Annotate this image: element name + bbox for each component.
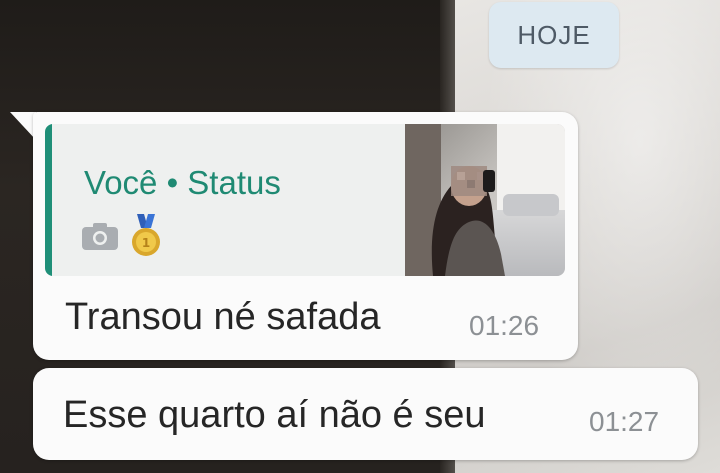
quote-accent-bar bbox=[45, 124, 52, 276]
quoted-status-reply[interactable]: Você • Status 1 bbox=[45, 124, 565, 276]
message-timestamp: 01:26 bbox=[469, 310, 540, 341]
svg-text:1: 1 bbox=[142, 236, 150, 250]
message-timestamp: 01:27 bbox=[589, 406, 660, 437]
message-bubble-received[interactable]: Esse quarto aí não é seu 01:27 bbox=[33, 368, 698, 460]
message-text: Transou né safada bbox=[65, 296, 381, 338]
message-bubble-received[interactable]: Você • Status 1 Transou né safada 01:26 bbox=[33, 112, 578, 360]
message-text: Esse quarto aí não é seu bbox=[63, 394, 486, 436]
medal-icon: 1 bbox=[129, 214, 163, 258]
camera-icon bbox=[81, 221, 119, 251]
date-separator-label: HOJE bbox=[517, 19, 591, 50]
status-photo-thumbnail[interactable] bbox=[405, 124, 565, 276]
date-separator: HOJE bbox=[489, 2, 619, 68]
quoted-status-title: Você • Status bbox=[84, 164, 281, 201]
quoted-status-icons: 1 bbox=[81, 214, 163, 258]
